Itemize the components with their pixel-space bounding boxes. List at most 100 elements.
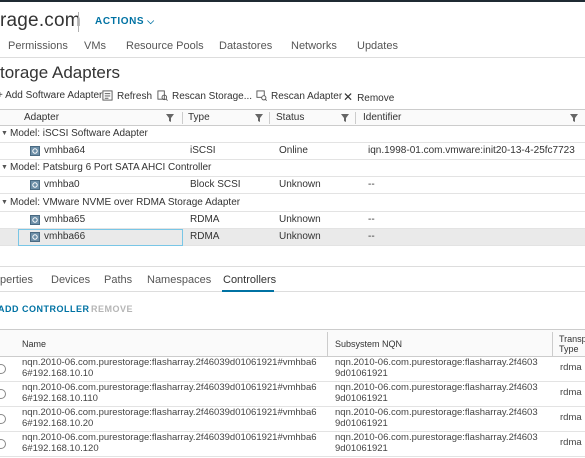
rescan-adapter-label: Rescan Adapter — [271, 91, 343, 102]
column-subsystem-nqn[interactable]: Subsystem NQN — [335, 339, 402, 349]
tab-networks[interactable]: Networks — [291, 40, 337, 52]
column-separator — [552, 332, 553, 356]
object-nav-tabs: Permissions VMs Resource Pools Datastore… — [0, 38, 585, 58]
remove-adapter-button[interactable]: ✕ Remove — [343, 90, 394, 104]
add-software-adapter-label: Add Software Adapter — [5, 90, 103, 101]
adapter-status: Unknown — [279, 231, 321, 242]
column-identifier[interactable]: Identifier — [363, 112, 401, 123]
row-radio[interactable] — [0, 439, 6, 449]
table-row[interactable]: nqn.2010-06.com.purestorage:flasharray.2… — [0, 432, 585, 457]
caret-down-icon[interactable]: ▼ — [1, 164, 8, 171]
filter-icon[interactable] — [255, 114, 263, 122]
controller-actions: ADD CONTROLLER REMOVE — [0, 303, 585, 317]
object-header: rage.com ACTIONS ⌵ — [0, 2, 585, 38]
active-tab-indicator — [222, 290, 274, 292]
transport-type: rdma — [560, 388, 582, 398]
column-type[interactable]: Type — [188, 112, 210, 123]
row-radio[interactable] — [0, 389, 6, 399]
filter-icon[interactable] — [570, 114, 578, 122]
rescan-adapter-button[interactable]: Rescan Adapter — [256, 90, 342, 102]
refresh-icon — [102, 90, 113, 101]
adapter-name: vmhba64 — [44, 145, 86, 156]
table-row[interactable]: vmhba64 iSCSI Online iqn.1998-01.com.vmw… — [0, 143, 585, 160]
controllers-table-header: Name Subsystem NQN Transp Type — [0, 329, 585, 357]
column-transport-type-line1[interactable]: Transp — [559, 334, 585, 344]
group-label: Model: Patsburg 6 Port SATA AHCI Control… — [10, 162, 212, 173]
row-radio[interactable] — [0, 414, 6, 424]
group-label: Model: iSCSI Software Adapter — [10, 128, 148, 139]
adapter-type: iSCSI — [190, 145, 216, 156]
adapter-name: vmhba65 — [44, 214, 86, 225]
add-software-adapter-button[interactable]: + Add Software Adapter — [0, 90, 102, 101]
storage-adapter-icon — [30, 215, 40, 225]
tab-controllers[interactable]: Controllers — [223, 274, 276, 286]
table-row[interactable]: vmhba0 Block SCSI Unknown -- — [0, 177, 585, 194]
page-title: torage Adapters — [0, 63, 121, 82]
controller-name-line2: 6#192.168.10.110 — [22, 394, 98, 404]
adapter-name: vmhba0 — [44, 179, 80, 190]
remove-controller-button[interactable]: REMOVE — [91, 304, 133, 314]
group-row-iscsi[interactable]: ▼ Model: iSCSI Software Adapter — [0, 126, 585, 143]
column-adapter[interactable]: Adapter — [24, 112, 59, 123]
adapter-type: RDMA — [190, 231, 220, 242]
adapter-identifier: -- — [368, 214, 375, 225]
group-row-sata[interactable]: ▼ Model: Patsburg 6 Port SATA AHCI Contr… — [0, 160, 585, 177]
column-separator — [182, 112, 183, 124]
controller-name-line1: nqn.2010-06.com.purestorage:flasharray.2… — [22, 408, 317, 418]
column-separator — [355, 112, 356, 124]
controller-name-line1: nqn.2010-06.com.purestorage:flasharray.2… — [22, 383, 317, 393]
tab-vms[interactable]: VMs — [84, 40, 106, 52]
column-separator — [269, 112, 270, 124]
close-icon: ✕ — [343, 90, 354, 104]
transport-type: rdma — [560, 363, 582, 373]
column-transport-type-line2[interactable]: Type — [559, 344, 579, 354]
actions-label: ACTIONS — [95, 16, 145, 27]
adapter-identifier: iqn.1998-01.com.vmware:init20-13-4-25fc7… — [368, 145, 575, 156]
tab-namespaces[interactable]: Namespaces — [147, 274, 211, 286]
tab-resource-pools[interactable]: Resource Pools — [126, 40, 204, 52]
adapter-type: Block SCSI — [190, 179, 241, 190]
table-row[interactable]: nqn.2010-06.com.purestorage:flasharray.2… — [0, 357, 585, 382]
caret-down-icon[interactable]: ▼ — [1, 199, 8, 206]
storage-adapter-icon — [30, 232, 40, 242]
tab-devices[interactable]: Devices — [51, 274, 90, 286]
table-row[interactable]: nqn.2010-06.com.purestorage:flasharray.2… — [0, 382, 585, 407]
adapter-name: vmhba66 — [44, 231, 86, 242]
subsystem-nqn-line1: nqn.2010-06.com.purestorage:flasharray.2… — [335, 433, 538, 443]
group-row-nvme-rdma[interactable]: ▼ Model: VMware NVME over RDMA Storage A… — [0, 195, 585, 212]
table-row[interactable]: nqn.2010-06.com.purestorage:flasharray.2… — [0, 407, 585, 432]
rescan-adapter-icon — [256, 90, 267, 101]
tab-permissions[interactable]: Permissions — [8, 40, 68, 52]
column-name[interactable]: Name — [22, 339, 46, 349]
adapter-status: Online — [279, 145, 308, 156]
actions-menu-button[interactable]: ACTIONS ⌵ — [95, 16, 155, 27]
transport-type: rdma — [560, 413, 582, 423]
filter-icon[interactable] — [341, 114, 349, 122]
column-status[interactable]: Status — [276, 112, 304, 123]
tab-updates[interactable]: Updates — [357, 40, 398, 52]
chevron-down-icon: ⌵ — [147, 16, 155, 26]
row-radio[interactable] — [0, 364, 6, 374]
rescan-storage-button[interactable]: Rescan Storage... — [157, 90, 252, 102]
table-row[interactable]: vmhba65 RDMA Unknown -- — [0, 212, 585, 229]
storage-adapter-icon — [30, 146, 40, 156]
add-controller-button[interactable]: ADD CONTROLLER — [0, 304, 90, 314]
adapter-identifier: -- — [368, 179, 375, 190]
tab-datastores[interactable]: Datastores — [219, 40, 272, 52]
pane-splitter[interactable] — [0, 266, 585, 267]
subsystem-nqn-line2: 9d01061921 — [335, 369, 388, 379]
caret-down-icon[interactable]: ▼ — [1, 130, 8, 137]
table-row-selected[interactable]: vmhba66 RDMA Unknown -- — [0, 229, 585, 246]
rescan-storage-label: Rescan Storage... — [172, 91, 253, 102]
column-separator — [327, 332, 328, 356]
filter-icon[interactable] — [166, 114, 174, 122]
adapter-identifier: -- — [368, 231, 375, 242]
refresh-button[interactable]: Refresh — [102, 90, 152, 102]
group-label: Model: VMware NVME over RDMA Storage Ada… — [10, 197, 241, 208]
tab-paths[interactable]: Paths — [104, 274, 132, 286]
rescan-storage-icon — [157, 90, 168, 101]
controller-name-line2: 6#192.168.10.10 — [22, 369, 94, 379]
transport-type: rdma — [560, 438, 582, 448]
tab-properties[interactable]: perties — [0, 274, 33, 286]
subsystem-nqn-line1: nqn.2010-06.com.purestorage:flasharray.2… — [335, 383, 538, 393]
